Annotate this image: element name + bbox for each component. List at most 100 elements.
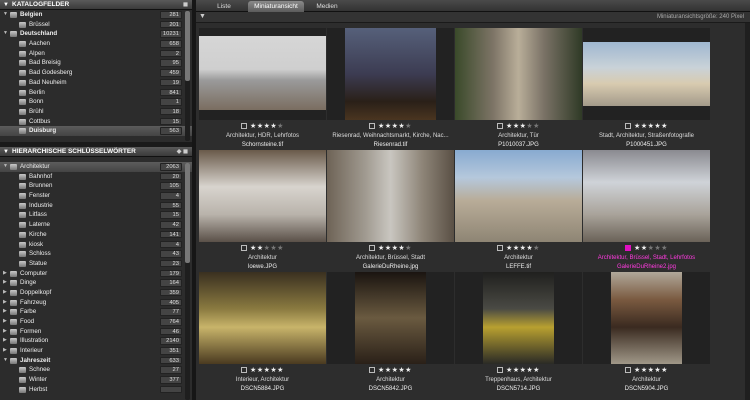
star-icon[interactable]: ★ xyxy=(378,245,385,252)
star-icon[interactable]: ★ xyxy=(385,245,392,252)
tree-row[interactable]: Industrie 55 xyxy=(0,201,192,211)
star-icon[interactable]: ★ xyxy=(634,367,641,374)
tab-medien[interactable]: Medien xyxy=(310,1,344,12)
keyword-options-icon[interactable]: ◆ ◼ xyxy=(177,147,188,157)
color-label-checkbox[interactable] xyxy=(497,367,504,374)
tree-row[interactable]: Bahnhof 20 xyxy=(0,172,192,182)
star-icon[interactable]: ★ xyxy=(385,123,392,130)
thumbnail-cell[interactable]: ★★★★★ Architektur, Brüssel, Stadt GalerieD… xyxy=(327,150,454,272)
thumbnail-cell[interactable]: ★★★★★ Interieur, Architektur DSCN5884.JPG xyxy=(199,272,326,394)
thumbnail-cell[interactable]: ★★★★★ Architektur LEFFE.tif xyxy=(455,150,582,272)
expanded-triangle-icon[interactable]: ▼ xyxy=(3,29,8,39)
star-icon[interactable]: ★ xyxy=(661,367,668,374)
star-icon[interactable]: ★ xyxy=(533,245,540,252)
thumbnail-image[interactable] xyxy=(455,28,582,120)
star-icon[interactable]: ★ xyxy=(506,367,513,374)
collapsed-triangle-icon[interactable]: ▶ xyxy=(3,298,7,308)
expanded-triangle-icon[interactable]: ▼ xyxy=(3,356,8,366)
thumbnail-image[interactable] xyxy=(199,150,326,242)
color-label-checkbox[interactable] xyxy=(241,123,248,130)
tree-row[interactable]: Schnee 27 xyxy=(0,365,192,375)
star-icon[interactable]: ★ xyxy=(634,123,641,130)
tree-row[interactable]: Berlin 841 xyxy=(0,88,192,98)
grid-scrollbar[interactable] xyxy=(745,23,750,400)
collapse-triangle-icon[interactable]: ▼ xyxy=(3,0,9,10)
collapsed-triangle-icon[interactable]: ▶ xyxy=(3,336,7,346)
keyword-scroll-thumb[interactable] xyxy=(185,163,190,263)
tree-row[interactable]: Aachen 658 xyxy=(0,39,192,49)
tree-row[interactable]: ▶ Food 764 xyxy=(0,317,192,327)
star-icon[interactable]: ★ xyxy=(277,245,284,252)
tree-row[interactable]: Brühl 18 xyxy=(0,107,192,117)
thumbnail-cell[interactable]: ★★★★★ Treppenhaus, Architektur DSCN5714.JP… xyxy=(455,272,582,394)
star-icon[interactable]: ★ xyxy=(661,245,668,252)
collapsed-triangle-icon[interactable]: ▶ xyxy=(3,307,7,317)
tree-row[interactable]: ▶ Dinge 164 xyxy=(0,278,192,288)
star-icon[interactable]: ★ xyxy=(513,123,520,130)
color-label-checkbox[interactable] xyxy=(241,367,248,374)
tree-row[interactable]: Alpen 2 xyxy=(0,49,192,59)
thumbnail-image[interactable] xyxy=(199,272,326,364)
thumbnail-image[interactable] xyxy=(345,28,436,120)
star-icon[interactable]: ★ xyxy=(277,123,284,130)
star-icon[interactable]: ★ xyxy=(641,123,648,130)
tree-row[interactable]: Bonn 1 xyxy=(0,97,192,107)
thumbnail-image[interactable] xyxy=(611,272,682,364)
tree-row[interactable]: ▶ Interieur 351 xyxy=(0,346,192,356)
tree-row[interactable]: Fenster 4 xyxy=(0,191,192,201)
color-label-checkbox[interactable] xyxy=(369,245,376,252)
tab-miniaturansicht[interactable]: Miniaturansicht xyxy=(248,1,304,12)
collapse-triangle-icon[interactable]: ▼ xyxy=(3,147,9,157)
expanded-triangle-icon[interactable]: ▼ xyxy=(3,162,8,172)
thumbnail-image[interactable] xyxy=(455,150,582,242)
star-icon[interactable]: ★ xyxy=(513,245,520,252)
thumbnail-image[interactable] xyxy=(583,150,710,242)
tree-row[interactable]: Brüssel 201 xyxy=(0,20,192,30)
star-icon[interactable]: ★ xyxy=(257,245,264,252)
tree-row[interactable]: Bad Neuheim 19 xyxy=(0,78,192,88)
star-icon[interactable]: ★ xyxy=(533,123,540,130)
star-icon[interactable]: ★ xyxy=(405,123,412,130)
expanded-triangle-icon[interactable]: ▼ xyxy=(3,10,8,20)
star-icon[interactable]: ★ xyxy=(378,367,385,374)
color-label-checkbox[interactable] xyxy=(625,245,632,252)
tree-row[interactable]: ▶ Computer 179 xyxy=(0,269,192,279)
thumbnail-cell[interactable]: ★★★★★ Riesenrad, Weihnachtsmarkt, Kirche,… xyxy=(327,28,454,150)
thumbnail-image[interactable] xyxy=(583,42,710,106)
star-icon[interactable]: ★ xyxy=(506,123,513,130)
tree-row[interactable]: ▶ Doppelkopf 359 xyxy=(0,288,192,298)
star-icon[interactable]: ★ xyxy=(257,123,264,130)
star-icon[interactable]: ★ xyxy=(250,123,257,130)
catalog-scroll-thumb[interactable] xyxy=(185,11,190,81)
collapsed-triangle-icon[interactable]: ▶ xyxy=(3,288,7,298)
tree-row[interactable]: Kirche 141 xyxy=(0,230,192,240)
thumbnail-cell[interactable]: ★★★★★ Architektur loewe.JPG xyxy=(199,150,326,272)
tree-row[interactable]: ▶ Fahrzeug 405 xyxy=(0,298,192,308)
star-icon[interactable]: ★ xyxy=(250,245,257,252)
tree-row[interactable]: Bad Breisig 95 xyxy=(0,58,192,68)
thumbnail-cell[interactable]: ★★★★★ Architektur DSCN5842.JPG xyxy=(327,272,454,394)
collapsed-triangle-icon[interactable]: ▶ xyxy=(3,317,7,327)
color-label-checkbox[interactable] xyxy=(625,123,632,130)
star-icon[interactable]: ★ xyxy=(513,367,520,374)
star-icon[interactable]: ★ xyxy=(661,123,668,130)
collapsed-triangle-icon[interactable]: ▶ xyxy=(3,327,7,337)
catalog-scrollbar[interactable] xyxy=(185,11,190,141)
thumbnail-image[interactable] xyxy=(483,272,554,364)
star-icon[interactable]: ★ xyxy=(277,367,284,374)
star-icon[interactable]: ★ xyxy=(250,367,257,374)
color-label-checkbox[interactable] xyxy=(625,367,632,374)
star-icon[interactable]: ★ xyxy=(405,245,412,252)
tree-row[interactable]: kiosk 4 xyxy=(0,240,192,250)
color-label-checkbox[interactable] xyxy=(497,245,504,252)
thumbnail-cell[interactable]: ★★★★★ Stadt, Architektur, Straßenfotograf… xyxy=(583,28,710,150)
tree-row[interactable]: Laterne 42 xyxy=(0,220,192,230)
thumbnail-cell[interactable]: ★★★★★ Architektur, HDR, Lehrfotos Schornst… xyxy=(199,28,326,150)
thumbnail-image[interactable] xyxy=(355,272,426,364)
color-label-checkbox[interactable] xyxy=(369,123,376,130)
tree-row[interactable]: Herbst xyxy=(0,385,192,395)
tree-row[interactable]: ▶ Farbe 77 xyxy=(0,307,192,317)
star-icon[interactable]: ★ xyxy=(641,367,648,374)
color-label-checkbox[interactable] xyxy=(369,367,376,374)
star-icon[interactable]: ★ xyxy=(405,367,412,374)
